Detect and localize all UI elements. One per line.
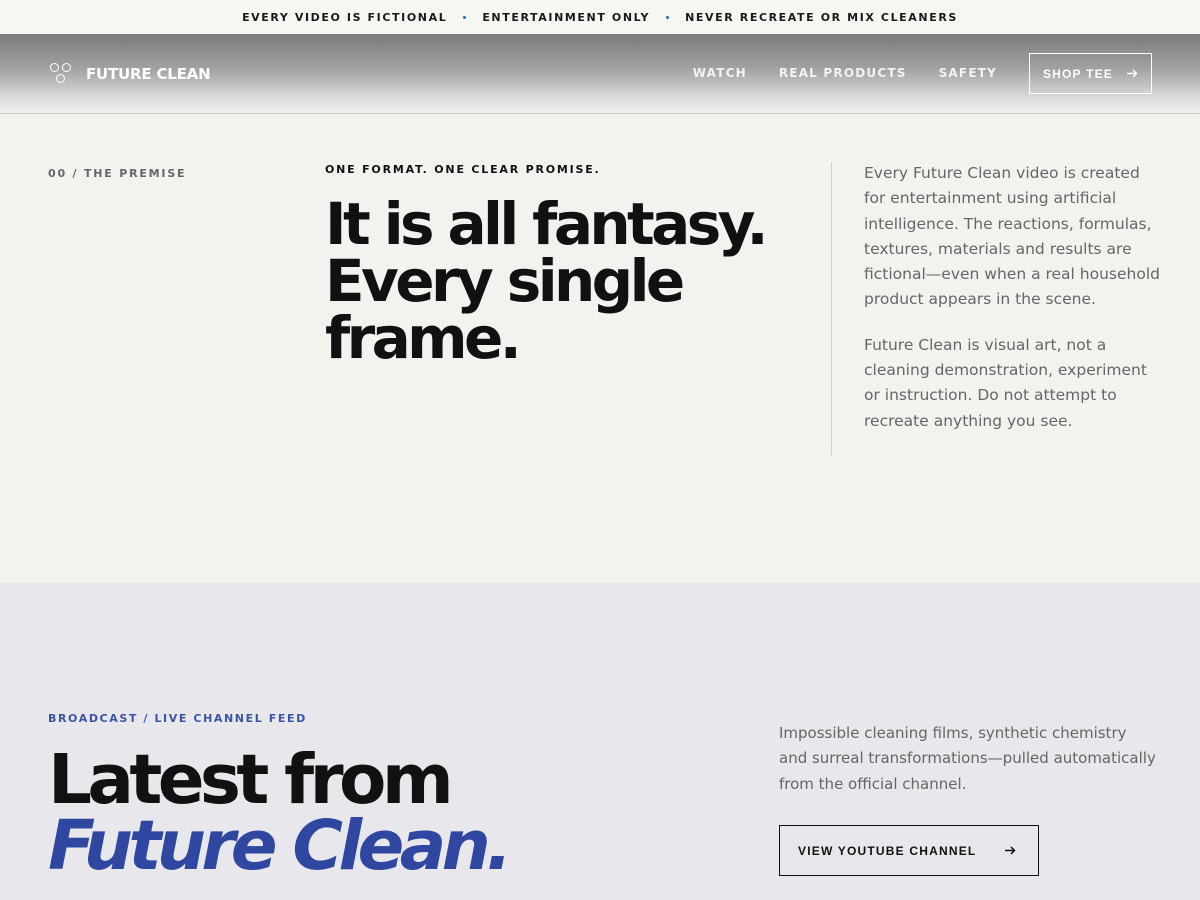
premise-headline: It is all fantasy. Every single frame. [325,190,769,372]
premise-paragraph: Future Clean is visual art, not a cleani… [864,335,1147,430]
premise-kicker: 00 / THE PREMISE [48,167,187,180]
shop-tee-label: SHOP TEE [1042,66,1114,81]
arrow-right-icon [1005,846,1016,855]
feed-description: Impossible cleaning films, synthetic che… [779,724,1156,793]
logo-text: FUTURE CLEAN [86,65,211,83]
site-header: FUTURE CLEAN WATCH REAL PRODUCTS SAFETY … [0,34,1200,114]
format-kicker: ONE FORMAT. ONE CLEAR PROMISE. [325,163,601,176]
main-nav: WATCH REAL PRODUCTS SAFETY [693,66,997,80]
announcement-never-recreate: NEVER RECREATE OR MIX CLEANERS [685,10,958,24]
announcement-bar: EVERY VIDEO IS FICTIONAL ENTERTAINMENT O… [0,0,1200,34]
feed-title-line2: Future Clean. [48,806,512,886]
bubbles-logo-icon [49,62,75,86]
announcement-fictional: EVERY VIDEO IS FICTIONAL [242,10,448,24]
announcement-entertainment: ENTERTAINMENT ONLY [482,10,651,24]
premise-section: 00 / THE PREMISE ONE FORMAT. ONE CLEAR P… [0,114,1200,583]
feed-title: Latest from Future Clean. [48,746,512,886]
shop-tee-button[interactable]: SHOP TEE [1029,53,1152,94]
premise-copy: Every Future Clean video is created for … [864,161,1164,434]
nav-link-watch[interactable]: WATCH [693,66,747,80]
arrow-right-icon [1127,69,1138,78]
nav-link-safety[interactable]: SAFETY [939,66,997,80]
nav-link-real-products[interactable]: REAL PRODUCTS [779,66,907,80]
channel-feed-section: BROADCAST / LIVE CHANNEL FEED Latest fro… [0,583,1200,900]
view-youtube-channel-button[interactable]: VIEW YOUTUBE CHANNEL [779,825,1039,876]
logo[interactable]: FUTURE CLEAN [49,62,211,86]
separator-dot [463,15,467,19]
youtube-button-label: VIEW YOUTUBE CHANNEL [798,843,977,858]
vertical-divider [831,162,832,455]
premise-paragraph: Every Future Clean video is created for … [864,164,1160,309]
separator-dot [666,15,670,19]
feed-kicker: BROADCAST / LIVE CHANNEL FEED [48,712,307,725]
